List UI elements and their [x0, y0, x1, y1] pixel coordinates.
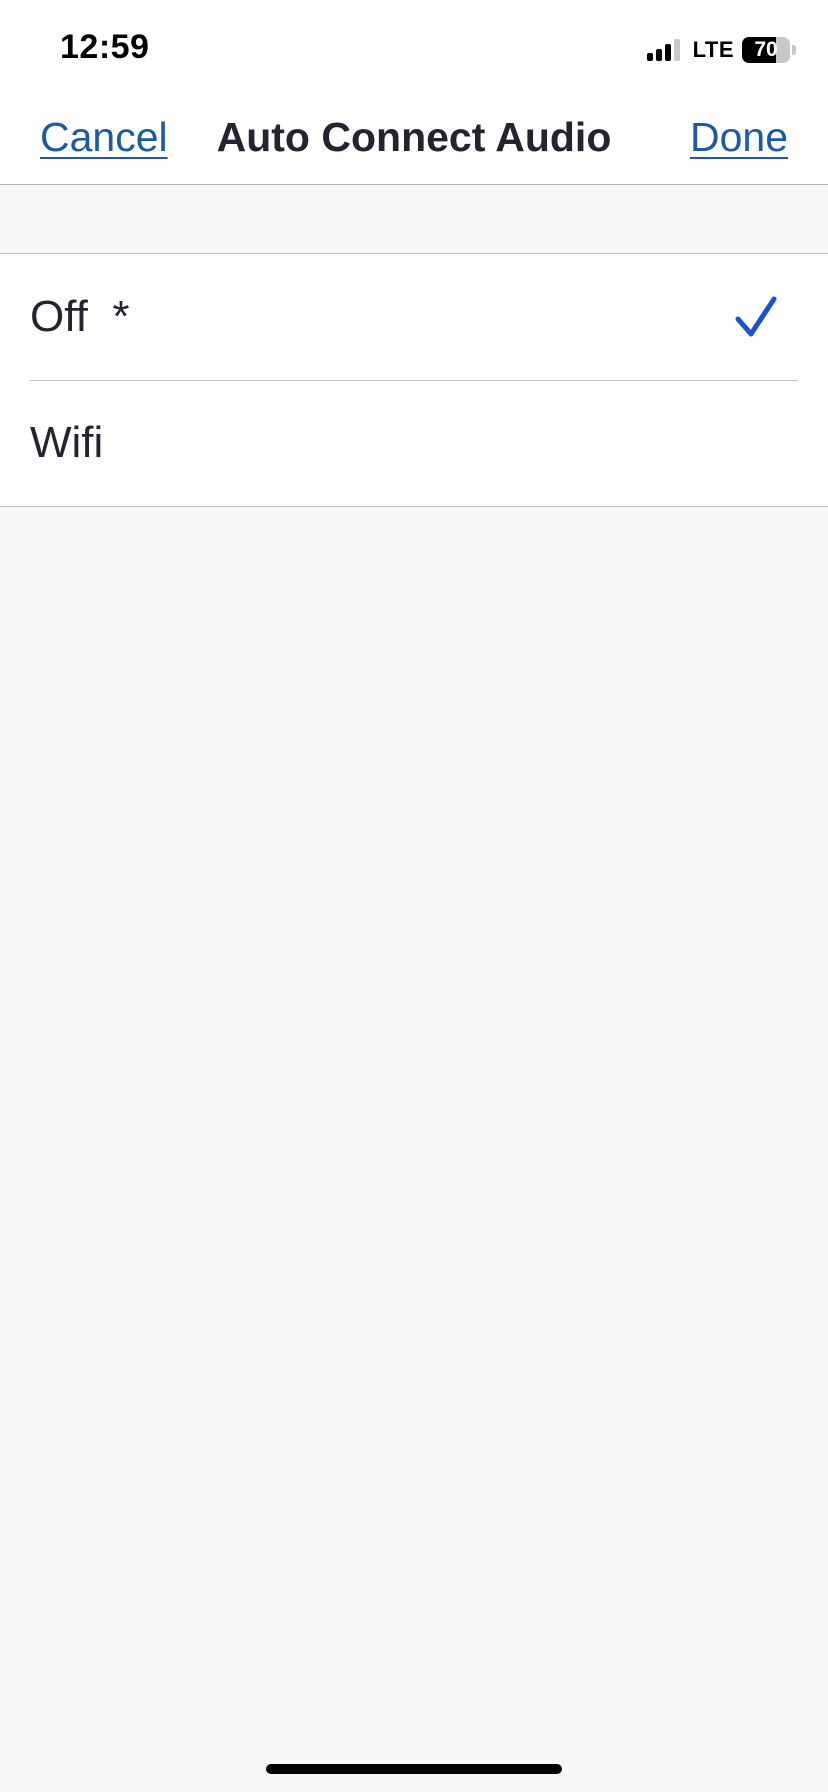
status-bar: 12:59 LTE 70	[0, 0, 828, 96]
option-wifi[interactable]: Wifi	[0, 380, 828, 506]
battery-level: 70	[754, 38, 778, 61]
battery-cap	[792, 45, 796, 55]
options-list: Off * Wifi	[0, 253, 828, 507]
cellular-signal-icon	[646, 39, 683, 61]
option-label: Off *	[30, 292, 130, 341]
battery-icon: 70	[742, 37, 790, 63]
status-time: 12:59	[60, 28, 150, 66]
checkmark-icon	[735, 296, 777, 337]
option-off[interactable]: Off *	[0, 254, 828, 380]
navigation-bar: Cancel Auto Connect Audio Done	[0, 96, 828, 185]
network-type-label: LTE	[692, 37, 734, 62]
option-label: Wifi	[30, 418, 104, 467]
cancel-button[interactable]: Cancel	[40, 114, 168, 161]
done-button[interactable]: Done	[690, 114, 788, 161]
status-indicators: LTE 70	[646, 36, 796, 64]
home-indicator[interactable]	[266, 1764, 562, 1774]
